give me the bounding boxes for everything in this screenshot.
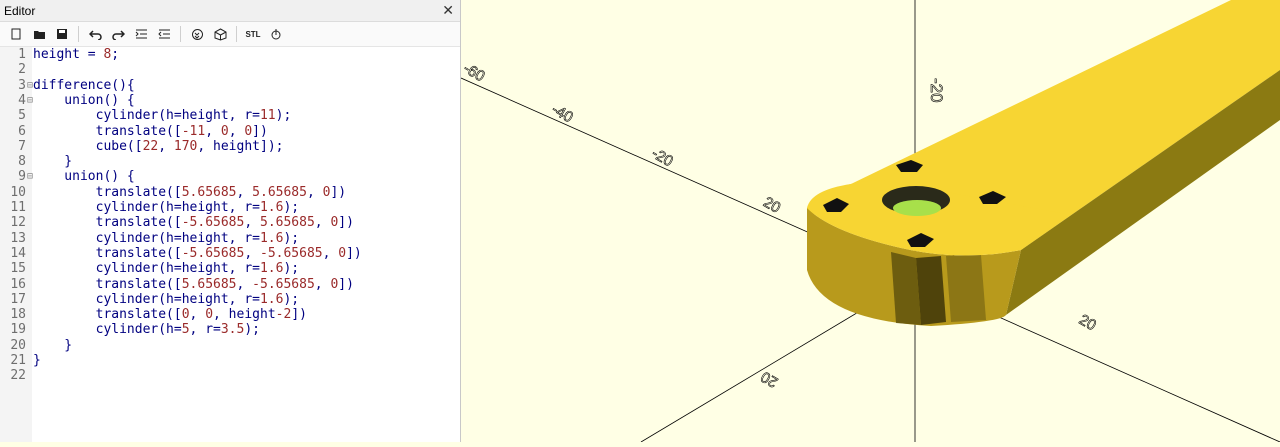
- toolbar-separator: [236, 26, 237, 42]
- code-line[interactable]: 5 cylinder(h=height, r=11);: [0, 108, 460, 123]
- new-file-icon[interactable]: [6, 25, 26, 43]
- line-number: 20: [10, 337, 26, 353]
- line-number: 5: [18, 108, 26, 124]
- line-number: 16: [10, 276, 26, 292]
- code-line[interactable]: 17 cylinder(h=height, r=1.6);: [0, 292, 460, 307]
- code-text: translate([5.65685, 5.65685, 0]): [33, 184, 347, 200]
- send-icon[interactable]: [266, 25, 286, 43]
- code-text: cylinder(h=height, r=11);: [33, 108, 292, 124]
- code-text: }: [33, 353, 41, 368]
- code-line[interactable]: 3 ⊟ difference(){: [0, 78, 460, 93]
- close-icon[interactable]: ✕: [442, 2, 454, 19]
- code-text: translate([0, 0, height-2]): [33, 307, 307, 323]
- axis-label: 20: [760, 194, 783, 217]
- code-line[interactable]: 1 height = 8;: [0, 47, 460, 62]
- code-line[interactable]: 6 translate([-11, 0, 0]): [0, 124, 460, 139]
- code-line[interactable]: 22: [0, 368, 460, 383]
- save-icon[interactable]: [52, 25, 72, 43]
- editor-title: Editor: [4, 3, 36, 18]
- code-text: cube([22, 170, height]);: [33, 138, 284, 154]
- code-line[interactable]: 11 cylinder(h=height, r=1.6);: [0, 200, 460, 215]
- line-number: 4: [18, 92, 26, 108]
- code-line[interactable]: 19 cylinder(h=5, r=3.5);: [0, 322, 460, 337]
- line-number: 11: [10, 200, 26, 215]
- code-line[interactable]: 12 translate([-5.65685, 5.65685, 0]): [0, 215, 460, 230]
- indent-icon[interactable]: [131, 25, 151, 43]
- line-number: 7: [18, 138, 26, 154]
- code-text: height = 8;: [33, 47, 120, 62]
- toolbar-separator: [78, 26, 79, 42]
- center-hole-bottom: [893, 200, 941, 216]
- code-line[interactable]: 2: [0, 62, 460, 77]
- render-icon[interactable]: [210, 25, 230, 43]
- line-number: 22: [10, 368, 26, 384]
- line-number: 12: [10, 215, 26, 231]
- fold-marker-icon[interactable]: ⊟: [27, 169, 33, 184]
- code-text: union() {: [33, 92, 135, 108]
- axis-label: -20: [649, 145, 676, 171]
- line-number: 21: [10, 353, 26, 368]
- line-number: 19: [10, 322, 26, 338]
- line-number: 2: [18, 62, 26, 78]
- code-line[interactable]: 8 }: [0, 154, 460, 169]
- axis-label: -40: [549, 101, 576, 127]
- line-number: 6: [18, 123, 26, 139]
- code-line[interactable]: 9 ⊟ union() {: [0, 169, 460, 184]
- stl-export-button[interactable]: STL: [243, 25, 263, 43]
- code-text: }: [33, 154, 73, 170]
- axis-label: -20: [927, 78, 946, 103]
- code-text: }: [33, 337, 73, 353]
- line-number: 9: [18, 169, 26, 185]
- code-text: translate([5.65685, -5.65685, 0]): [33, 276, 354, 292]
- 3d-viewport[interactable]: -60 -40 -20 20 -20 20 20: [460, 0, 1280, 443]
- undo-icon[interactable]: [85, 25, 105, 43]
- line-number: 15: [10, 261, 26, 277]
- axis-label: 20: [1076, 311, 1099, 334]
- model-shadow-band: [946, 255, 986, 322]
- toolbar-separator: [180, 26, 181, 42]
- line-number: 14: [10, 245, 26, 261]
- model-shadow-band: [916, 256, 946, 325]
- code-text: difference(){: [33, 77, 135, 93]
- code-text: translate([-11, 0, 0]): [33, 123, 268, 139]
- code-line[interactable]: 4 ⊟ union() {: [0, 93, 460, 108]
- line-number: 18: [10, 307, 26, 323]
- editor-toolbar: STL: [0, 22, 460, 47]
- code-text: cylinder(h=height, r=1.6);: [33, 230, 300, 246]
- redo-icon[interactable]: [108, 25, 128, 43]
- code-text: translate([-5.65685, -5.65685, 0]): [33, 245, 362, 261]
- editor-titlebar: Editor ✕: [0, 0, 460, 22]
- code-text: cylinder(h=5, r=3.5);: [33, 322, 260, 338]
- line-number: 3: [18, 77, 26, 93]
- code-text: union() {: [33, 169, 135, 185]
- code-line[interactable]: 21}: [0, 353, 460, 368]
- code-line[interactable]: 15 cylinder(h=height, r=1.6);: [0, 261, 460, 276]
- open-folder-icon[interactable]: [29, 25, 49, 43]
- line-number: 13: [10, 230, 26, 246]
- code-text: cylinder(h=height, r=1.6);: [33, 200, 300, 215]
- preview-icon[interactable]: [187, 25, 207, 43]
- line-number: 1: [18, 47, 26, 62]
- code-text: cylinder(h=height, r=1.6);: [33, 291, 300, 307]
- code-line[interactable]: 13 cylinder(h=height, r=1.6);: [0, 231, 460, 246]
- code-text: translate([-5.65685, 5.65685, 0]): [33, 215, 354, 231]
- axis-label: -60: [461, 60, 488, 86]
- fold-marker-icon[interactable]: ⊟: [27, 93, 33, 108]
- axis-label: 20: [758, 368, 781, 391]
- line-number: 8: [18, 154, 26, 170]
- editor-panel: Editor ✕ STL 1 height = 8; 2 3 ⊟ differe…: [0, 0, 461, 442]
- code-line[interactable]: 10 translate([5.65685, 5.65685, 0]): [0, 185, 460, 200]
- code-editor[interactable]: 1 height = 8; 2 3 ⊟ difference(){4 ⊟ union() {…: [0, 47, 460, 442]
- code-line[interactable]: 14 translate([-5.65685, -5.65685, 0]): [0, 246, 460, 261]
- 3d-scene[interactable]: -60 -40 -20 20 -20 20 20: [460, 0, 1280, 443]
- unindent-icon[interactable]: [154, 25, 174, 43]
- code-line[interactable]: 20 }: [0, 338, 460, 353]
- line-number: 10: [10, 184, 26, 200]
- code-text: cylinder(h=height, r=1.6);: [33, 261, 300, 277]
- line-number: 17: [10, 291, 26, 307]
- code-line[interactable]: 16 translate([5.65685, -5.65685, 0]): [0, 277, 460, 292]
- code-line[interactable]: 18 translate([0, 0, height-2]): [0, 307, 460, 322]
- fold-marker-icon[interactable]: ⊟: [27, 78, 33, 93]
- code-line[interactable]: 7 cube([22, 170, height]);: [0, 139, 460, 154]
